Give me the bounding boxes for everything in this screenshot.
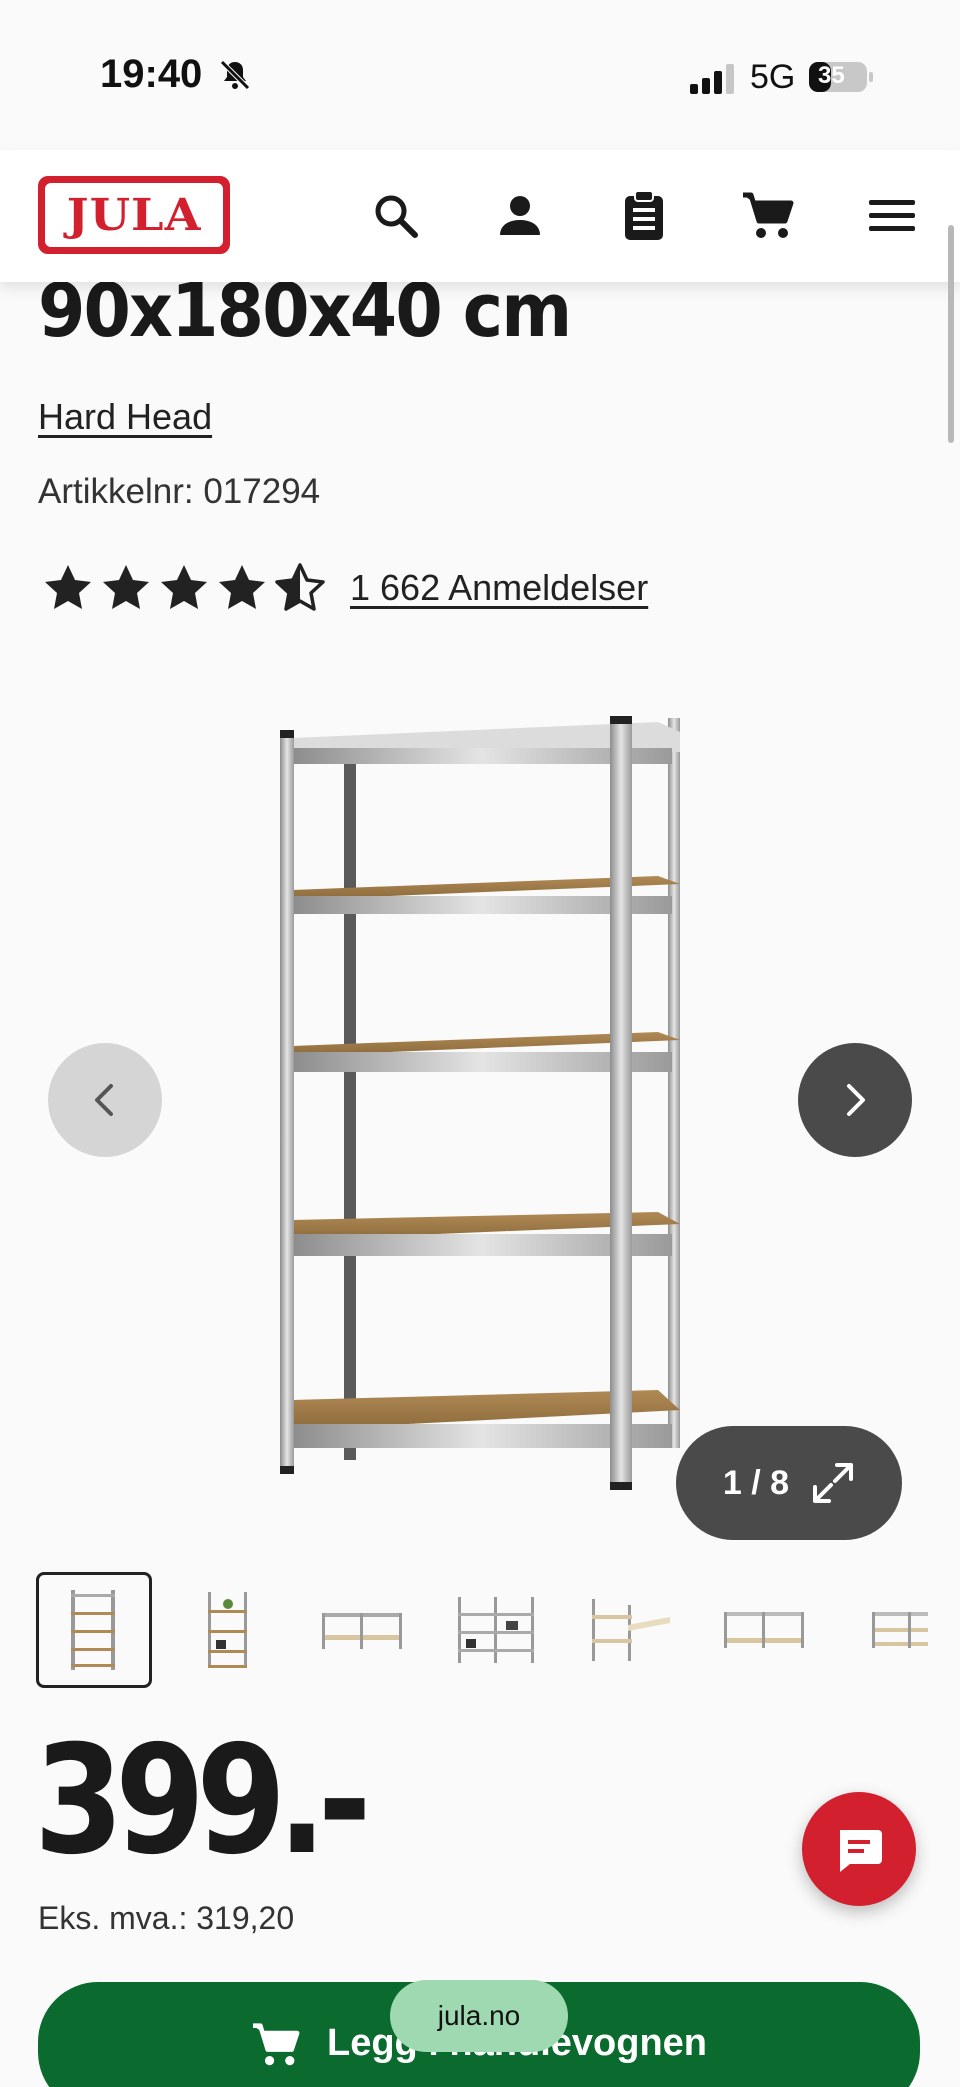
thumbnail-image bbox=[322, 1613, 402, 1649]
search-icon bbox=[375, 195, 418, 238]
star-full-icon bbox=[45, 565, 91, 609]
brand-link[interactable]: Hard Head bbox=[38, 396, 212, 438]
silent-bell-icon bbox=[220, 60, 250, 90]
expand-icon bbox=[813, 1463, 854, 1503]
battery-icon: 35 bbox=[808, 60, 874, 94]
thumbnail-2[interactable] bbox=[170, 1572, 286, 1688]
thumbnail-3[interactable] bbox=[304, 1572, 420, 1688]
thumbnail-image bbox=[872, 1612, 928, 1648]
price-ex-vat: Eks. mva.: 319,20 bbox=[38, 1900, 295, 1936]
star-half-icon bbox=[275, 563, 325, 611]
gallery-counter: 1 / 8 bbox=[722, 1463, 790, 1502]
thumbnail-4[interactable] bbox=[438, 1572, 554, 1688]
thumbnail-image bbox=[592, 1599, 670, 1661]
chat-button[interactable] bbox=[802, 1792, 916, 1906]
clipboard-icon bbox=[625, 190, 663, 240]
site-header: JULA bbox=[0, 150, 960, 282]
product-rating[interactable]: 1 662 Anmeldelser bbox=[42, 562, 648, 614]
jula-logo[interactable]: JULA bbox=[38, 176, 230, 254]
gallery-previous-button[interactable] bbox=[48, 1043, 162, 1157]
network-type: 5G bbox=[750, 58, 796, 96]
chevron-right-icon bbox=[847, 1084, 865, 1116]
hamburger-menu-icon bbox=[869, 200, 915, 231]
product-gallery[interactable]: 1 / 8 bbox=[0, 690, 960, 1550]
browser-url-pill[interactable]: jula.no bbox=[390, 1980, 568, 2052]
logo-text: JULA bbox=[66, 189, 202, 241]
account-button[interactable] bbox=[490, 186, 550, 246]
status-time: 19:40 bbox=[100, 52, 203, 96]
product-image-shelf bbox=[280, 716, 680, 1490]
user-icon bbox=[500, 196, 540, 235]
cart-button[interactable] bbox=[738, 186, 798, 246]
star-full-icon bbox=[103, 565, 149, 609]
chat-icon bbox=[840, 1830, 882, 1872]
thumbnail-1[interactable] bbox=[36, 1572, 152, 1688]
article-number-label: Artikkelnr: bbox=[38, 472, 194, 511]
reviews-link[interactable]: 1 662 Anmeldelser bbox=[350, 567, 648, 609]
thumbnail-image bbox=[458, 1597, 534, 1663]
chevron-left-icon bbox=[95, 1084, 113, 1116]
thumbnail-5[interactable] bbox=[572, 1572, 688, 1688]
cart-icon bbox=[252, 2023, 300, 2066]
signal-icon bbox=[690, 64, 734, 94]
star-full-icon bbox=[219, 565, 265, 609]
gallery-next-button[interactable] bbox=[798, 1043, 912, 1157]
cart-icon bbox=[743, 192, 794, 238]
product-price: 399.- bbox=[34, 1714, 371, 1888]
thumbnail-6[interactable] bbox=[706, 1572, 822, 1688]
thumbnail-image bbox=[71, 1590, 115, 1670]
article-number: Artikkelnr: 017294 bbox=[38, 472, 320, 512]
star-full-icon bbox=[161, 565, 207, 609]
thumbnail-image bbox=[724, 1612, 804, 1648]
thumbnail-7[interactable] bbox=[840, 1572, 956, 1688]
menu-button[interactable] bbox=[862, 186, 922, 246]
battery-level: 35 bbox=[818, 62, 845, 89]
thumbnail-image bbox=[208, 1592, 247, 1668]
status-bar: 19:40 5G 35 bbox=[0, 0, 960, 150]
rating-stars bbox=[42, 562, 326, 614]
page-scrollbar[interactable] bbox=[948, 225, 954, 443]
gallery-fullscreen-button[interactable]: 1 / 8 bbox=[676, 1426, 902, 1540]
shopping-list-button[interactable] bbox=[614, 186, 674, 246]
search-button[interactable] bbox=[366, 186, 426, 246]
thumbnail-strip[interactable] bbox=[36, 1570, 960, 1690]
article-number-value: 017294 bbox=[203, 472, 321, 511]
